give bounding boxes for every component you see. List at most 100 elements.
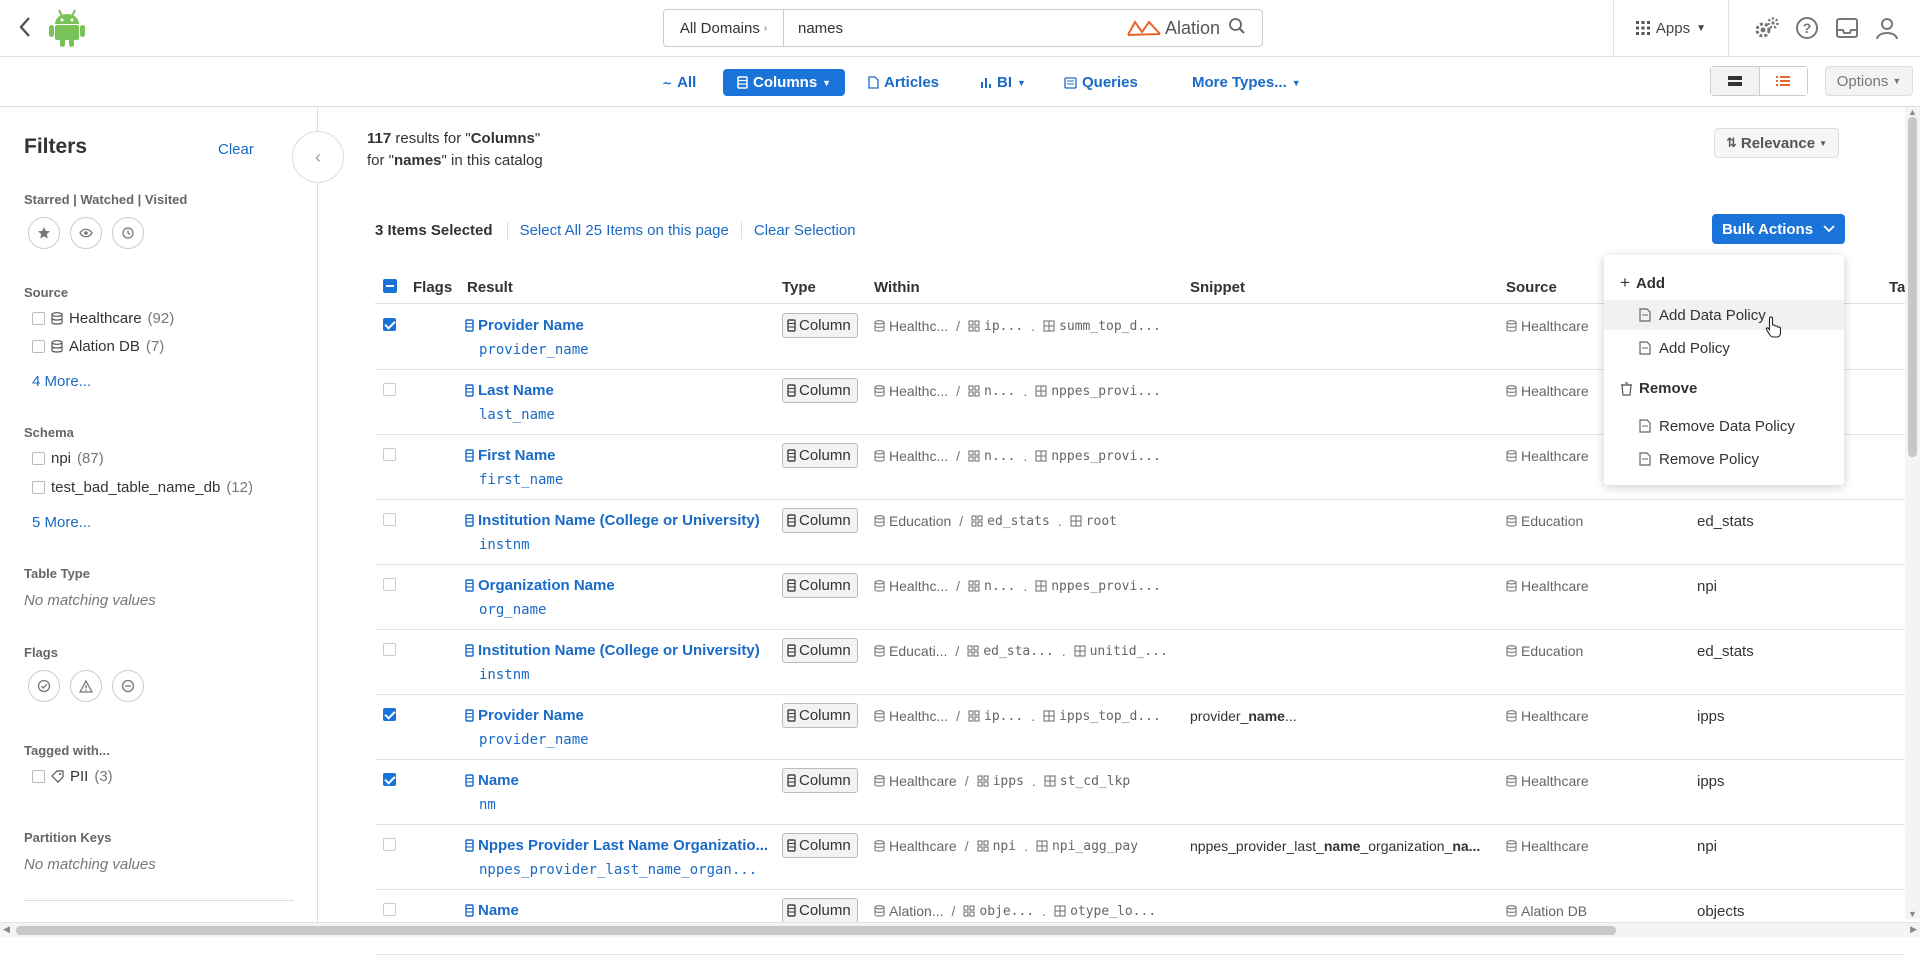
header-within[interactable]: Within <box>874 279 920 296</box>
options-button[interactable]: Options ▼ <box>1825 66 1913 96</box>
result-technical-name[interactable]: org_name <box>479 602 546 618</box>
source-label[interactable]: Healthcare <box>1521 383 1589 399</box>
row-checkbox[interactable] <box>383 708 396 721</box>
result-technical-name[interactable]: nm <box>479 797 496 813</box>
within-schema[interactable]: ipps <box>993 774 1024 789</box>
result-title-link[interactable]: First Name <box>465 447 556 464</box>
within-datasource[interactable]: Healthc... <box>889 318 948 334</box>
within-datasource[interactable]: Healthcare <box>889 773 957 789</box>
source-label[interactable]: Healthcare <box>1521 838 1589 854</box>
scroll-down-arrow-icon[interactable]: ▼ <box>1908 909 1917 919</box>
source-label[interactable]: Healthcare <box>1521 448 1589 464</box>
row-checkbox[interactable] <box>383 383 396 396</box>
compact-view-button[interactable] <box>1711 67 1759 95</box>
result-technical-name[interactable]: instnm <box>479 667 530 683</box>
menu-item-add-policy[interactable]: Add Policy <box>1604 333 1844 363</box>
within-table[interactable]: nppes_provi... <box>1051 579 1161 594</box>
within-datasource[interactable]: Healthc... <box>889 578 948 594</box>
result-title-link[interactable]: Name <box>465 902 519 919</box>
source-label[interactable]: Education <box>1521 513 1583 529</box>
collapse-sidebar-button[interactable]: ‹ <box>292 131 344 183</box>
menu-item-add-data-policy[interactable]: Add Data Policy <box>1604 300 1844 330</box>
source-label[interactable]: Alation DB <box>1521 903 1587 919</box>
select-all-checkbox[interactable] <box>383 279 397 293</box>
checkbox[interactable] <box>32 452 45 465</box>
menu-item-remove-policy[interactable]: Remove Policy <box>1604 444 1844 474</box>
row-checkbox[interactable] <box>383 318 396 331</box>
checkbox[interactable] <box>32 770 45 783</box>
tab-columns[interactable]: Columns ▼ <box>723 69 846 96</box>
tag-filter-item[interactable]: PII (3) <box>32 768 113 785</box>
within-schema[interactable]: obje... <box>979 904 1034 919</box>
result-technical-name[interactable]: instnm <box>479 537 530 553</box>
source-filter-item[interactable]: Alation DB (7) <box>32 338 164 355</box>
warning-flag-button[interactable] <box>70 670 102 702</box>
apps-button[interactable]: Apps ▼ <box>1612 0 1729 56</box>
list-view-button[interactable] <box>1758 67 1807 95</box>
checkbox[interactable] <box>32 312 45 325</box>
schema-more-link[interactable]: 5 More... <box>32 514 91 531</box>
source-label[interactable]: Education <box>1521 643 1583 659</box>
scroll-up-arrow-icon[interactable]: ▲ <box>1908 107 1917 117</box>
schema-filter-item[interactable]: test_bad_table_name_db (12) <box>32 479 253 496</box>
within-table[interactable]: nppes_provi... <box>1051 384 1161 399</box>
result-title-link[interactable]: Organization Name <box>465 577 615 594</box>
within-datasource[interactable]: Educati... <box>889 643 947 659</box>
header-type[interactable]: Type <box>782 279 816 296</box>
source-label[interactable]: Healthcare <box>1521 708 1589 724</box>
within-datasource[interactable]: Alation... <box>889 903 943 919</box>
within-datasource[interactable]: Education <box>889 513 951 529</box>
menu-item-remove-data-policy[interactable]: Remove Data Policy <box>1604 411 1844 441</box>
table-row[interactable]: Nppes Provider Last Name Organizatio... n… <box>375 825 1905 890</box>
tab-all[interactable]: ∼ All <box>654 69 704 96</box>
tab-more-types[interactable]: More Types... ▼ <box>1184 69 1309 96</box>
within-datasource[interactable]: Healthc... <box>889 448 948 464</box>
within-datasource[interactable]: Healthc... <box>889 708 948 724</box>
row-checkbox[interactable] <box>383 903 396 916</box>
table-row[interactable]: Name nm Column Healthcare / ipps. st_cd_lkp Hea… <box>375 760 1905 825</box>
table-row[interactable]: Institution Name (College or University)… <box>375 630 1905 695</box>
source-label[interactable]: Healthcare <box>1521 318 1589 334</box>
within-table[interactable]: ipps_top_d... <box>1059 709 1161 724</box>
within-table[interactable]: otype_lo... <box>1070 904 1156 919</box>
checkbox[interactable] <box>32 340 45 353</box>
within-datasource[interactable]: Healthc... <box>889 383 948 399</box>
bulk-actions-button[interactable]: Bulk Actions <box>1712 214 1845 244</box>
visited-filter-button[interactable] <box>112 217 144 249</box>
within-schema[interactable]: ed_sta... <box>983 644 1053 659</box>
tab-queries[interactable]: Queries <box>1056 69 1146 96</box>
source-filter-item[interactable]: Healthcare (92) <box>32 310 174 327</box>
watched-filter-button[interactable] <box>70 217 102 249</box>
help-icon[interactable]: ? <box>1794 15 1820 41</box>
row-checkbox[interactable] <box>383 578 396 591</box>
result-title-link[interactable]: Institution Name (College or University) <box>465 512 760 529</box>
result-technical-name[interactable]: provider_name <box>479 342 589 358</box>
tab-bi[interactable]: BI ▼ <box>972 69 1034 96</box>
result-technical-name[interactable]: first_name <box>479 472 563 488</box>
back-arrow-icon[interactable] <box>18 16 38 40</box>
schema-filter-item[interactable]: npi (87) <box>32 450 104 467</box>
row-checkbox[interactable] <box>383 773 396 786</box>
result-title-link[interactable]: Nppes Provider Last Name Organizatio... <box>465 837 768 854</box>
sort-relevance-button[interactable]: ⇅ Relevance ▼ <box>1714 128 1839 158</box>
scroll-left-arrow-icon[interactable]: ◀ <box>3 924 10 935</box>
row-checkbox[interactable] <box>383 448 396 461</box>
source-label[interactable]: Healthcare <box>1521 773 1589 789</box>
row-checkbox[interactable] <box>383 643 396 656</box>
inbox-icon[interactable] <box>1834 15 1860 41</box>
source-label[interactable]: Healthcare <box>1521 578 1589 594</box>
within-schema[interactable]: ip... <box>984 709 1023 724</box>
select-all-link[interactable]: Select All 25 Items on this page <box>508 221 742 239</box>
within-schema[interactable]: n... <box>984 579 1015 594</box>
search-icon[interactable] <box>1228 17 1250 39</box>
user-profile-icon[interactable] <box>1874 15 1900 41</box>
result-title-link[interactable]: Provider Name <box>465 707 584 724</box>
clear-selection-link[interactable]: Clear Selection <box>742 222 868 239</box>
table-row[interactable]: Institution Name (College or University)… <box>375 500 1905 565</box>
source-more-link[interactable]: 4 More... <box>32 373 91 390</box>
search-input[interactable] <box>784 10 1127 46</box>
within-schema[interactable]: ip... <box>984 319 1023 334</box>
result-title-link[interactable]: Last Name <box>465 382 554 399</box>
header-tags[interactable]: Ta <box>1889 279 1905 296</box>
starred-filter-button[interactable] <box>28 217 60 249</box>
